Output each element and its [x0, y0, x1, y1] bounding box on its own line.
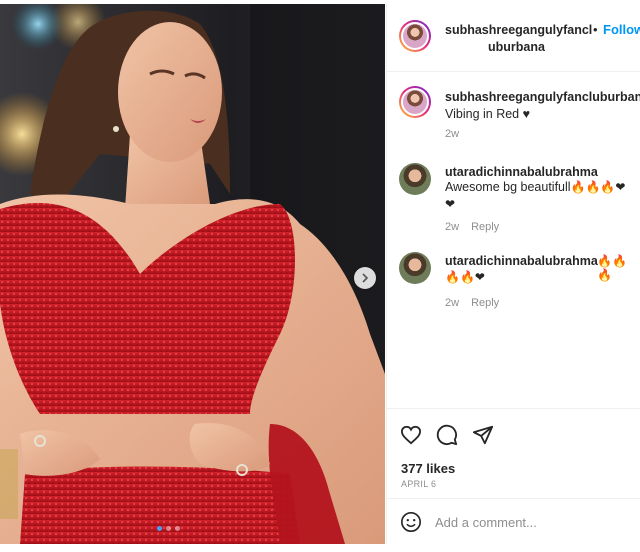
post-actions: 377 likes APRIL 6	[387, 408, 640, 508]
reply-button[interactable]: Reply	[471, 297, 499, 309]
comment-text: Awesome bg beautifull🔥🔥🔥❤ ❤	[445, 179, 635, 213]
carousel-indicator	[157, 526, 180, 531]
comment-composer	[387, 498, 640, 544]
comment-emojis-line2: ❤	[445, 197, 456, 211]
photo-illustration	[0, 4, 385, 544]
comments-list: subhashreegangulyfancluburbana Vibing in…	[387, 72, 640, 408]
comment-meta: 2w Reply	[445, 297, 499, 309]
comment-emojis: 🔥🔥🔥	[597, 254, 627, 282]
follow-button[interactable]: Follow	[603, 22, 640, 37]
post-header: subhashreegangulyfancl uburbana • Follow	[387, 4, 640, 72]
comment-emojis-line2: 🔥🔥❤	[445, 270, 485, 284]
comment-time[interactable]: 2w	[445, 297, 459, 309]
reply-button[interactable]: Reply	[471, 221, 499, 233]
caption-author[interactable]: subhashreegangulyfancluburbana	[445, 89, 640, 106]
commenter-avatar[interactable]	[399, 252, 431, 284]
caption-time[interactable]: 2w	[445, 128, 459, 140]
comment-meta: 2w Reply	[445, 221, 499, 233]
carousel-dot	[175, 526, 180, 531]
comment-button[interactable]	[435, 423, 459, 447]
like-button[interactable]	[399, 423, 423, 447]
comment-input[interactable]	[435, 512, 625, 532]
comment-author[interactable]: utaradichinnabalubrahma	[445, 253, 598, 270]
emoji-picker-button[interactable]	[399, 510, 423, 534]
share-button[interactable]	[471, 423, 495, 447]
caption-avatar[interactable]	[399, 86, 431, 118]
comment-time[interactable]: 2w	[445, 221, 459, 233]
instagram-post-view: subhashreegangulyfancl uburbana • Follow…	[0, 0, 640, 552]
comment-emojis: 🔥🔥🔥❤	[570, 180, 626, 194]
author-avatar[interactable]	[399, 20, 431, 52]
comment-body: Awesome bg beautifull	[445, 180, 571, 194]
carousel-dot	[166, 526, 171, 531]
caption-text: Vibing in Red ♥	[445, 107, 531, 121]
header-separator: •	[593, 22, 598, 37]
post-date: APRIL 6	[401, 479, 437, 489]
send-icon	[472, 425, 494, 445]
author-handle-line1[interactable]: subhashreegangulyfancl	[445, 22, 592, 39]
post-side-panel: subhashreegangulyfancl uburbana • Follow…	[386, 4, 640, 544]
author-handle-line2[interactable]: uburbana	[488, 39, 545, 56]
heart-icon	[400, 425, 422, 445]
comment-icon	[436, 424, 458, 446]
carousel-dot	[157, 526, 162, 531]
emoji-icon	[401, 512, 421, 532]
chevron-right-icon	[362, 273, 369, 283]
post-photo[interactable]	[0, 4, 385, 544]
commenter-avatar[interactable]	[399, 163, 431, 195]
next-photo-button[interactable]	[354, 267, 376, 289]
caption-meta: 2w	[445, 128, 459, 140]
likes-count[interactable]: 377 likes	[401, 461, 455, 476]
